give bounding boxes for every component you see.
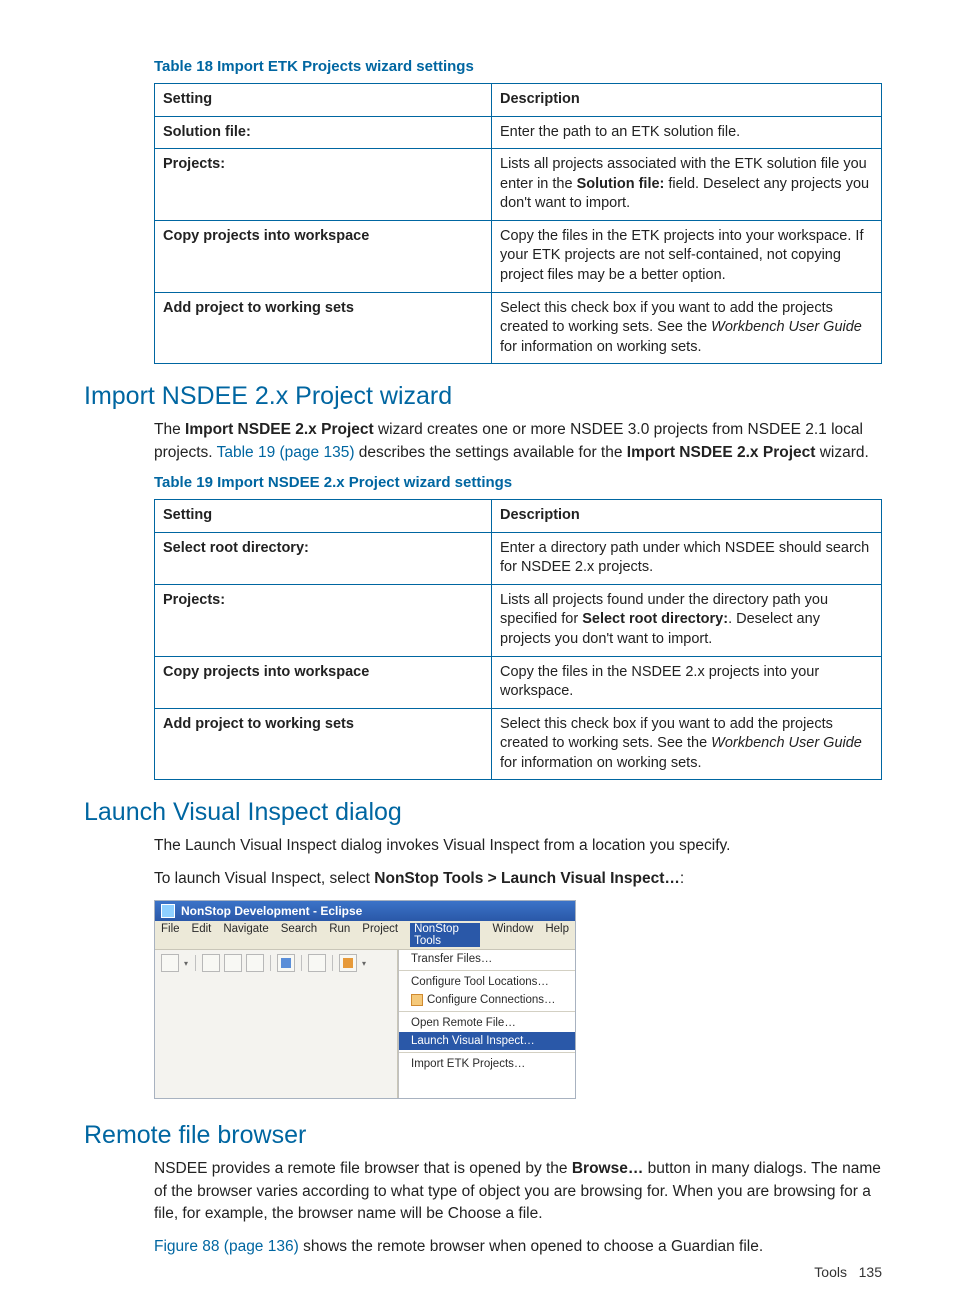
footer-page-number: 135	[859, 1264, 882, 1280]
para-import-mid2: describes the settings available for the	[355, 444, 627, 461]
table-18-r2-c1: Projects:	[155, 149, 492, 221]
dd-configure-tool-locations[interactable]: Configure Tool Locations…	[399, 973, 575, 991]
para-remote-2: Figure 88 (page 136) shows the remote br…	[154, 1236, 882, 1258]
table-18-r2-c2: Lists all projects associated with the E…	[492, 149, 882, 221]
para-launch-2: To launch Visual Inspect, select NonStop…	[154, 868, 882, 890]
table-18-r4-italic: Workbench User Guide	[711, 319, 862, 335]
para-import-nsdee: The Import NSDEE 2.x Project wizard crea…	[154, 419, 882, 464]
table-19: Setting Description Select root director…	[154, 499, 882, 780]
table-19-head-setting: Setting	[155, 500, 492, 533]
toolbar-separator	[270, 955, 271, 971]
para-launch-2-post: :	[680, 870, 684, 887]
table-18-head-description: Description	[492, 84, 882, 117]
dd-configure-connections[interactable]: Configure Connections…	[399, 991, 575, 1009]
para-import-post: wizard.	[815, 444, 868, 461]
debug-icon[interactable]	[308, 954, 326, 972]
dropdown-separator	[399, 1052, 575, 1053]
table-19-caption: Table 19 Import NSDEE 2.x Project wizard…	[154, 474, 882, 491]
new-icon[interactable]	[161, 954, 179, 972]
table-18-r1-c2: Enter the path to an ETK solution file.	[492, 116, 882, 149]
link-figure-88[interactable]: Figure 88 (page 136)	[154, 1238, 299, 1255]
menu-navigate[interactable]: Navigate	[223, 923, 268, 947]
table-19-r2-bold: Select root directory:	[582, 611, 728, 627]
heading-remote-file-browser: Remote file browser	[84, 1121, 882, 1150]
menu-nonstop-tools[interactable]: NonStop Tools	[410, 923, 480, 947]
eclipse-screenshot: NonStop Development - Eclipse File Edit …	[154, 900, 576, 1099]
menu-search[interactable]: Search	[281, 923, 317, 947]
eclipse-app-icon	[161, 904, 175, 918]
table-18-r2-bold: Solution file:	[577, 176, 665, 192]
para-remote-2-post: shows the remote browser when opened to …	[299, 1238, 763, 1255]
eclipse-titlebar: NonStop Development - Eclipse	[155, 901, 575, 921]
toolbar-separator	[301, 955, 302, 971]
table-18-head-setting: Setting	[155, 84, 492, 117]
heading-launch-visual-inspect: Launch Visual Inspect dialog	[84, 798, 882, 827]
table-19-r2-c2: Lists all projects found under the direc…	[492, 584, 882, 656]
table-19-r1-c2: Enter a directory path under which NSDEE…	[492, 532, 882, 584]
table-19-r3-c1: Copy projects into workspace	[155, 656, 492, 708]
dropdown-separator	[399, 1011, 575, 1012]
dd-transfer-files[interactable]: Transfer Files…	[399, 950, 575, 968]
table-18-r3-c1: Copy projects into workspace	[155, 220, 492, 292]
dd-configure-connections-label: Configure Connections…	[427, 994, 556, 1006]
menu-edit[interactable]: Edit	[192, 923, 212, 947]
dd-import-etk-projects[interactable]: Import ETK Projects…	[399, 1055, 575, 1073]
para-launch-2-bold: NonStop Tools > Launch Visual Inspect…	[374, 870, 680, 887]
para-import-bold1: Import NSDEE 2.x Project	[185, 421, 374, 438]
table-19-r4-post: for information on working sets.	[500, 755, 701, 771]
para-launch-2-pre: To launch Visual Inspect, select	[154, 870, 374, 887]
table-18-r4-c2: Select this check box if you want to add…	[492, 292, 882, 364]
table-18-r4-c1: Add project to working sets	[155, 292, 492, 364]
table-18: Setting Description Solution file: Enter…	[154, 83, 882, 364]
toolbar-separator	[332, 955, 333, 971]
table-18-r4-post: for information on working sets.	[500, 339, 701, 355]
para-import-pre: The	[154, 421, 185, 438]
tool-dropdown-icon[interactable]: ▾	[361, 955, 367, 971]
table-19-r4-c2: Select this check box if you want to add…	[492, 708, 882, 780]
dropdown-separator	[399, 970, 575, 971]
table-19-r4-c1: Add project to working sets	[155, 708, 492, 780]
para-import-bold2: Import NSDEE 2.x Project	[627, 444, 816, 461]
eclipse-toolbar: ▾ ▾	[155, 950, 398, 1098]
para-remote-1: NSDEE provides a remote file browser tha…	[154, 1158, 882, 1225]
build-icon[interactable]	[277, 954, 295, 972]
para-launch-1: The Launch Visual Inspect dialog invokes…	[154, 835, 882, 857]
tool-icon[interactable]	[339, 954, 357, 972]
save-icon[interactable]	[202, 954, 220, 972]
table-19-r4-italic: Workbench User Guide	[711, 735, 862, 751]
dd-open-remote-file[interactable]: Open Remote File…	[399, 1014, 575, 1032]
connections-icon	[411, 994, 423, 1006]
table-18-r1-c1: Solution file:	[155, 116, 492, 149]
menu-file[interactable]: File	[161, 923, 180, 947]
dd-launch-visual-inspect[interactable]: Launch Visual Inspect…	[399, 1032, 575, 1050]
print-icon[interactable]	[246, 954, 264, 972]
para-remote-1-pre: NSDEE provides a remote file browser tha…	[154, 1160, 572, 1177]
menu-run[interactable]: Run	[329, 923, 350, 947]
table-19-r3-c2: Copy the files in the NSDEE 2.x projects…	[492, 656, 882, 708]
menu-project[interactable]: Project	[362, 923, 398, 947]
menu-help[interactable]: Help	[545, 923, 569, 947]
para-remote-1-bold: Browse…	[572, 1160, 644, 1177]
save-all-icon[interactable]	[224, 954, 242, 972]
table-19-r1-c1: Select root directory:	[155, 532, 492, 584]
eclipse-title: NonStop Development - Eclipse	[181, 904, 362, 918]
table-19-head-description: Description	[492, 500, 882, 533]
footer-section: Tools	[814, 1264, 847, 1280]
table-18-r3-c2: Copy the files in the ETK projects into …	[492, 220, 882, 292]
eclipse-menubar: File Edit Navigate Search Run Project No…	[155, 921, 575, 950]
heading-import-nsdee: Import NSDEE 2.x Project wizard	[84, 382, 882, 411]
table-18-caption: Table 18 Import ETK Projects wizard sett…	[154, 58, 882, 75]
new-dropdown-icon[interactable]: ▾	[183, 955, 189, 971]
nonstop-tools-dropdown: Transfer Files… Configure Tool Locations…	[398, 950, 575, 1098]
link-table-19[interactable]: Table 19 (page 135)	[217, 444, 355, 461]
menu-window[interactable]: Window	[492, 923, 533, 947]
table-19-r2-c1: Projects:	[155, 584, 492, 656]
page-footer: Tools 135	[814, 1264, 882, 1280]
toolbar-separator	[195, 955, 196, 971]
